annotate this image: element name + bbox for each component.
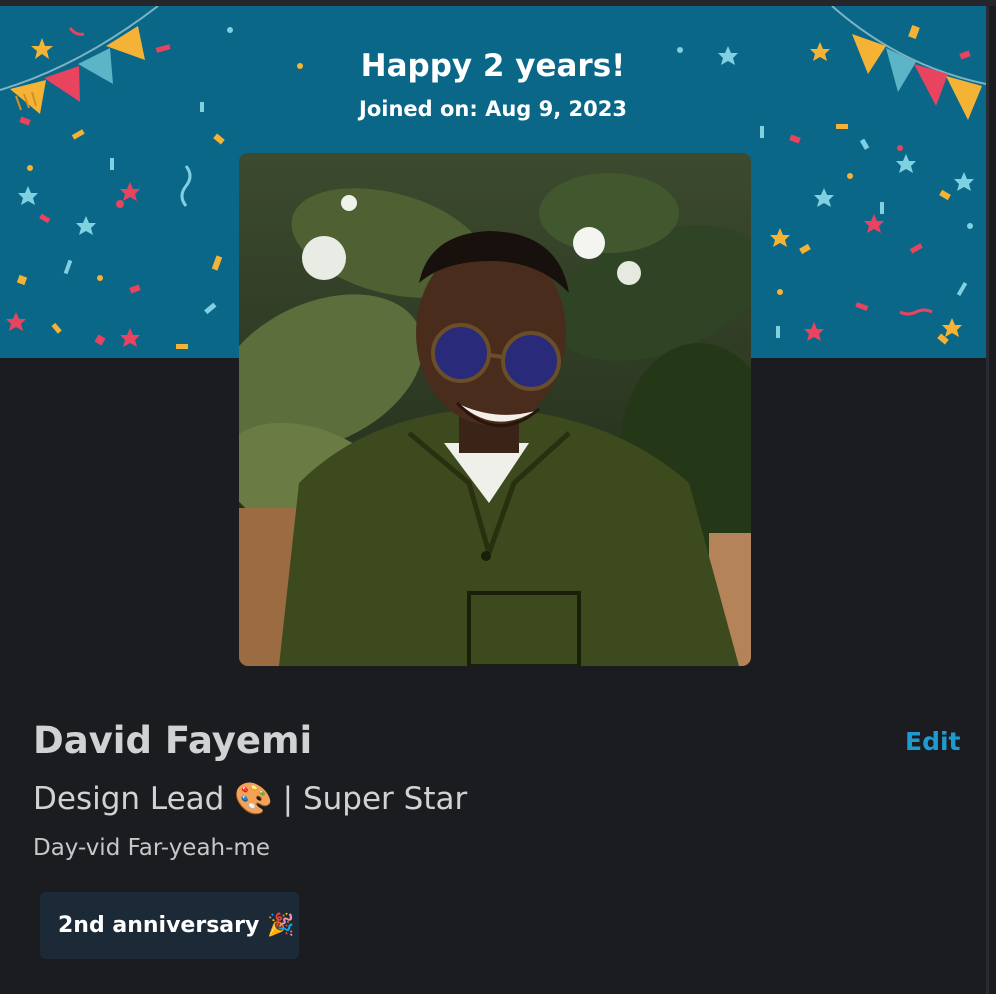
anniversary-headline: Happy 2 years! bbox=[360, 48, 626, 84]
anniversary-badge-label: 2nd anniversary 🎉 bbox=[58, 912, 295, 938]
scroll-divider bbox=[986, 6, 989, 994]
joined-date: Joined on: Aug 9, 2023 bbox=[359, 97, 627, 121]
name-pronunciation: Day-vid Far-yeah-me bbox=[33, 835, 270, 861]
profile-name: David Fayemi bbox=[33, 719, 313, 762]
profile-photo[interactable] bbox=[239, 153, 751, 666]
profile-photo-illustration bbox=[239, 153, 751, 666]
anniversary-badge[interactable]: 2nd anniversary 🎉 bbox=[40, 892, 299, 959]
profile-title: Design Lead 🎨 | Super Star bbox=[33, 781, 468, 817]
edit-profile-link[interactable]: Edit bbox=[905, 724, 961, 760]
